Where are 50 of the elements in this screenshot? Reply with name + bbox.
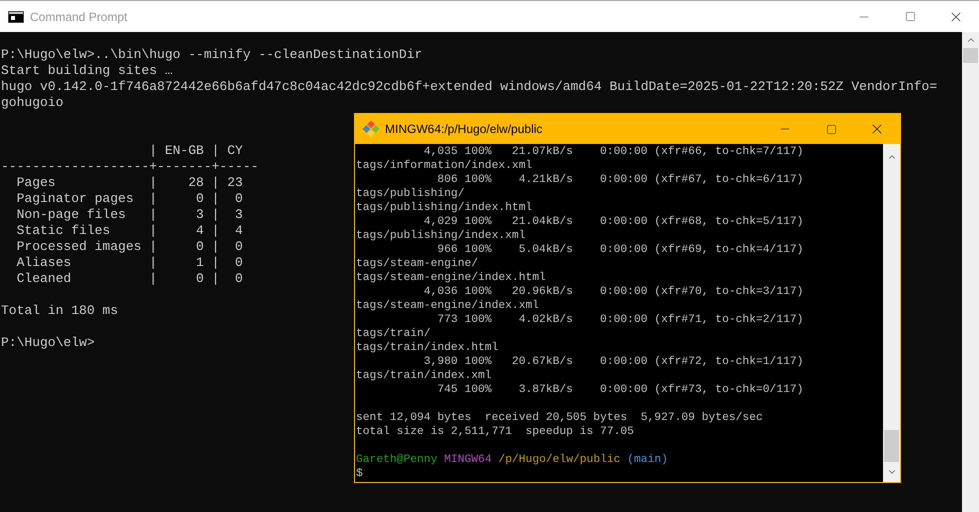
terminal-line: tags/publishing/ <box>356 187 464 201</box>
table-line: Aliases | 1 | 0 <box>16 255 243 271</box>
prompt-text: Gareth@Penny <box>356 453 438 467</box>
terminal-line: tags/train/ <box>356 327 431 341</box>
shell-prompt: $ <box>356 467 363 481</box>
table-line: Cleaned | 0 | 0 <box>16 271 243 287</box>
terminal-line: sent 12,094 bytes received 20,505 bytes 5,927.09 bytes/sec <box>356 411 763 425</box>
terminal-line: tags/steam-engine/ <box>356 257 478 271</box>
console-line: hugo v0.142.0-1f746a872442e66b6afd47c8c04ac42dc92cdb6f+extended windows/amd64 BuildDate=2025-01-22T12:20:52Z VendorInfo= <box>1 79 938 95</box>
command-prompt: P:\Hugo\elw> <box>1 335 95 351</box>
terminal-line: tags/train/index.html <box>356 341 498 355</box>
window-title: Command Prompt <box>30 8 128 26</box>
maximize-icon[interactable] <box>826 124 836 134</box>
terminal-line: tags/publishing/index.html <box>356 201 532 215</box>
table-line: Paginator pages | 0 | 0 <box>16 191 243 207</box>
terminal-line: tags/publishing/index.xml <box>356 229 526 243</box>
terminal-line: 4,035 100% 21.07kB/s 0:00:00 (xfr#66, to-chk=7/117) <box>422 145 804 159</box>
console-line: Start building sites … <box>1 63 173 79</box>
terminal-line: 4,036 100% 20.96kB/s 0:00:00 (xfr#70, to-chk=3/117) <box>422 285 804 299</box>
terminal-line: 4,029 100% 21.04kB/s 0:00:00 (xfr#68, to-chk=5/117) <box>422 215 804 229</box>
terminal-line: 773 100% 4.02kB/s 0:00:00 (xfr#71, to-chk=2/117) <box>436 313 804 327</box>
terminal-line: tags/steam-engine/index.html <box>356 271 546 285</box>
terminal-line: 3,980 100% 20.67kB/s 0:00:00 (xfr#72, to-chk=1/117) <box>422 355 804 369</box>
prompt-text: MINGW64 <box>444 453 492 467</box>
terminal-line: tags/information/index.xml <box>356 159 532 173</box>
console-line: Total in 180 ms <box>1 303 118 319</box>
window-title: MINGW64:/p/Hugo/elw/public <box>385 121 542 138</box>
terminal-line: 966 100% 5.04kB/s 0:00:00 (xfr#69, to-chk=4/117) <box>436 243 804 257</box>
scrollbar-thumb[interactable] <box>884 430 899 462</box>
prompt-text: (main) <box>627 453 668 467</box>
table-line: Static files | 4 | 4 <box>16 223 243 239</box>
terminal-icon <box>8 10 24 22</box>
maximize-icon[interactable] <box>904 11 916 22</box>
terminal-line: tags/train/index.xml <box>356 369 492 383</box>
console-line: P:\Hugo\elw>..\bin\hugo --minify --cleanDestinationDir <box>1 47 422 63</box>
table-line: Processed images | 0 | 0 <box>16 239 243 255</box>
terminal-line: tags/steam-engine/index.xml <box>356 299 540 313</box>
console-line: gohugoio <box>1 95 64 111</box>
terminal-line: total size is 2,511,771 speedup is 77.05 <box>356 425 634 439</box>
table-line: | EN-GB | CY <box>148 143 243 159</box>
scrollbar[interactable] <box>883 144 900 482</box>
scrollbar[interactable] <box>962 32 979 512</box>
scrollbar-thumb[interactable] <box>963 48 978 63</box>
table-line: Pages | 28 | 23 <box>16 175 243 191</box>
prompt-text: /p/Hugo/elw/public <box>498 453 620 467</box>
table-line: Non-page files | 3 | 3 <box>16 207 243 223</box>
table-line: -------------------+-------+----- <box>1 159 258 175</box>
diamond-icon <box>362 120 380 138</box>
terminal-line: 745 100% 3.87kB/s 0:00:00 (xfr#73, to-chk=0/117) <box>436 383 804 397</box>
terminal-line: 806 100% 4.21kB/s 0:00:00 (xfr#67, to-chk=6/117) <box>436 173 804 187</box>
